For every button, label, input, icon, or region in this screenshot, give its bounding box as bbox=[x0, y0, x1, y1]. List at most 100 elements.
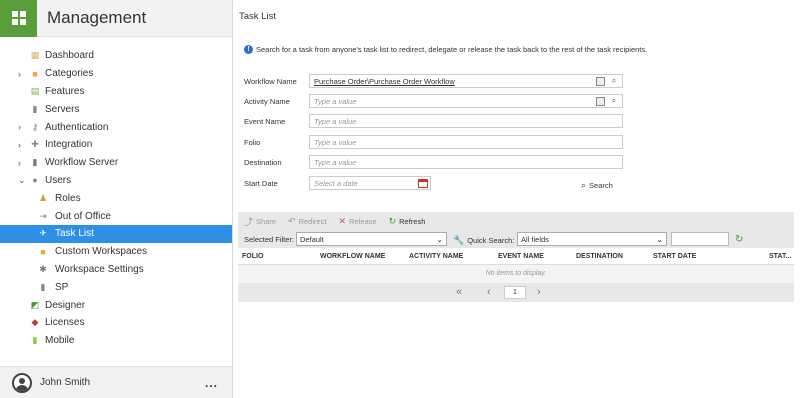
info-message: ! Search for a task from anyone's task l… bbox=[244, 45, 647, 54]
task-list-icon: ✈ bbox=[39, 228, 47, 239]
sidebar-item-features[interactable]: ▤ Features bbox=[0, 83, 232, 101]
release-button[interactable]: ✕ Release bbox=[339, 216, 377, 227]
redirect-button[interactable]: ↶ Redirect bbox=[288, 216, 326, 227]
grid-toolbar: ⤴ Share ↶ Redirect ✕ Release ↻ Refresh bbox=[238, 212, 794, 230]
quick-search-label: Quick Search: bbox=[467, 236, 515, 245]
sidebar-item-label: Workflow Server bbox=[45, 157, 119, 169]
chevron-right-icon[interactable]: › bbox=[18, 69, 26, 79]
sidebar-item-task-list[interactable]: ✈ Task List bbox=[0, 224, 232, 243]
filter-bar: Selected Filter: Default ⌄ 🔧 Quick Searc… bbox=[238, 230, 794, 248]
sidebar-item-label: Users bbox=[45, 174, 72, 186]
picker-icon[interactable] bbox=[595, 76, 605, 86]
destination-row: Destination bbox=[244, 155, 312, 169]
sidebar-item-sp[interactable]: ▮ SP bbox=[0, 278, 232, 296]
redirect-icon: ↶ bbox=[288, 215, 296, 226]
sidebar-item-authentication[interactable]: › ⚷ Authentication bbox=[0, 118, 232, 136]
folio-row: Folio bbox=[244, 135, 312, 149]
chevron-right-icon[interactable]: › bbox=[18, 140, 26, 150]
sidebar-item-custom-workspaces[interactable]: ■ Custom Workspaces bbox=[0, 243, 232, 261]
main-content: Task List ! Search for a task from anyon… bbox=[237, 0, 800, 398]
sidebar-item-label: Roles bbox=[55, 192, 81, 204]
sidebar-item-workspace-settings[interactable]: ✱ Workspace Settings bbox=[0, 261, 232, 279]
settings-icon: ✱ bbox=[39, 263, 47, 274]
chevron-right-icon[interactable]: › bbox=[18, 122, 26, 132]
sidebar-item-designer[interactable]: ◩ Designer bbox=[0, 296, 232, 314]
mobile-icon: ▮ bbox=[32, 335, 38, 346]
chevron-right-icon[interactable]: › bbox=[18, 158, 26, 168]
next-page-icon[interactable]: › bbox=[537, 286, 541, 298]
app-window: Management ▦ Dashboard › ■ Categories ▤ … bbox=[0, 0, 800, 398]
sidebar-item-licenses[interactable]: ◆ Licenses bbox=[0, 314, 232, 332]
sidebar-footer: John Smith ... bbox=[0, 366, 232, 398]
column-header-activity-name[interactable]: ACTIVITY NAME bbox=[409, 253, 463, 260]
column-header-destination[interactable]: DESTINATION bbox=[576, 253, 623, 260]
sidebar-item-label: Workspace Settings bbox=[55, 263, 144, 275]
selected-filter-dropdown[interactable]: Default ⌄ bbox=[296, 232, 447, 246]
avatar[interactable] bbox=[12, 372, 32, 393]
grid-empty-message: No items to display. bbox=[238, 265, 794, 283]
sp-icon: ▮ bbox=[40, 281, 46, 292]
page-title: Task List bbox=[239, 11, 276, 22]
column-header-start-date[interactable]: START DATE bbox=[653, 253, 696, 260]
workflow-name-row: Workflow Name bbox=[244, 74, 312, 88]
features-icon: ▤ bbox=[30, 85, 40, 96]
refresh-button[interactable]: ↻ Refresh bbox=[389, 216, 426, 227]
wrench-icon: 🔧 bbox=[453, 235, 465, 245]
sidebar-item-dashboard[interactable]: ▦ Dashboard bbox=[0, 47, 232, 65]
refresh-icon[interactable]: ↻ bbox=[735, 234, 743, 245]
chevron-down-icon: ⌄ bbox=[436, 234, 443, 244]
chevron-down-icon[interactable]: ⌄ bbox=[18, 175, 26, 186]
info-icon: ! bbox=[244, 45, 253, 54]
sidebar-item-servers[interactable]: ▮ Servers bbox=[0, 100, 232, 118]
sidebar-item-roles[interactable]: ♟ Roles bbox=[0, 189, 232, 207]
quick-search-input[interactable] bbox=[671, 232, 729, 246]
server-icon: ▮ bbox=[32, 103, 38, 114]
page-number-input[interactable]: 1 bbox=[504, 286, 526, 299]
previous-page-icon[interactable]: ‹ bbox=[487, 286, 491, 298]
picker-icon[interactable] bbox=[595, 96, 605, 106]
workflow-name-field[interactable]: Purchase Order\Purchase Order Workflow bbox=[309, 74, 623, 88]
calendar-icon[interactable] bbox=[418, 178, 428, 188]
puzzle-icon: ✚ bbox=[31, 139, 39, 150]
workspace-icon: ■ bbox=[40, 246, 46, 257]
sidebar-item-label: Task List bbox=[55, 228, 94, 240]
event-name-field[interactable]: Type a value bbox=[309, 114, 623, 128]
search-button-label: Search bbox=[589, 181, 613, 190]
first-page-icon[interactable]: « bbox=[456, 286, 462, 298]
license-icon: ◆ bbox=[31, 317, 39, 328]
quick-search-dropdown[interactable]: All fields ⌄ bbox=[517, 232, 667, 246]
activity-name-field[interactable]: Type a value bbox=[309, 94, 623, 108]
sidebar-item-label: Custom Workspaces bbox=[55, 246, 148, 258]
start-date-field[interactable]: Select a date bbox=[309, 176, 431, 190]
selected-filter-value: Default bbox=[300, 234, 324, 244]
grid-header: FOLIO WORKFLOW NAME ACTIVITY NAME EVENT … bbox=[238, 248, 794, 265]
sidebar-item-out-of-office[interactable]: ⇥ Out of Office bbox=[0, 207, 232, 225]
folio-field[interactable]: Type a value bbox=[309, 135, 623, 149]
sidebar-item-categories[interactable]: › ■ Categories bbox=[0, 65, 232, 83]
column-header-workflow-name[interactable]: WORKFLOW NAME bbox=[320, 253, 385, 260]
share-button[interactable]: ⤴ Share bbox=[244, 215, 276, 228]
chevron-down-icon: ⌄ bbox=[656, 234, 663, 244]
search-icon[interactable]: ⌕ bbox=[609, 76, 619, 86]
start-date-label: Start Date bbox=[244, 178, 278, 188]
destination-field[interactable]: Type a value bbox=[309, 155, 623, 169]
sidebar-item-label: SP bbox=[55, 281, 69, 293]
redirect-label: Redirect bbox=[298, 216, 327, 226]
release-label: Release bbox=[349, 216, 377, 226]
app-title: Management bbox=[47, 8, 147, 27]
column-header-event-name[interactable]: EVENT NAME bbox=[498, 253, 544, 260]
sidebar: Management ▦ Dashboard › ■ Categories ▤ … bbox=[0, 0, 233, 398]
sidebar-item-mobile[interactable]: ▮ Mobile bbox=[0, 332, 232, 350]
sidebar-item-users[interactable]: ⌄ ● Users bbox=[0, 172, 232, 190]
column-header-folio[interactable]: FOLIO bbox=[242, 253, 263, 260]
share-icon: ⤴ bbox=[244, 216, 254, 227]
more-options-icon[interactable]: ... bbox=[205, 376, 218, 390]
sidebar-item-integration[interactable]: › ✚ Integration bbox=[0, 136, 232, 154]
sidebar-item-workflow-server[interactable]: › ▮ Workflow Server bbox=[0, 154, 232, 172]
search-button[interactable]: ⌕ Search bbox=[581, 180, 613, 191]
search-icon[interactable]: ⌕ bbox=[609, 96, 619, 106]
app-logo-icon[interactable] bbox=[0, 0, 37, 37]
column-header-status[interactable]: STAT... bbox=[769, 253, 791, 260]
designer-icon: ◩ bbox=[30, 299, 40, 310]
quick-search-value: All fields bbox=[521, 234, 549, 244]
